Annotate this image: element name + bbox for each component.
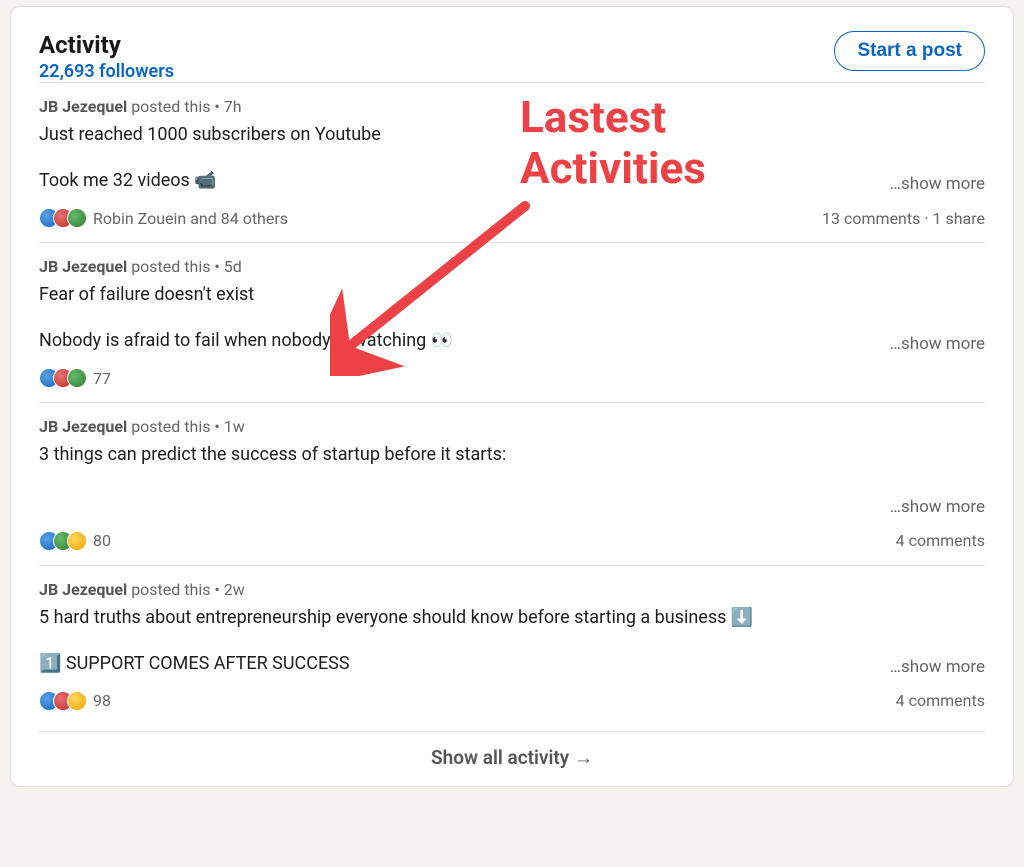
followers-link[interactable]: 22,693 followers [39, 61, 174, 82]
post-meta[interactable]: 4 comments [896, 531, 985, 550]
post-body-line: Fear of failure doesn't exist [39, 282, 985, 308]
activity-post[interactable]: JB Jezequel posted this • 5d Fear of fai… [39, 242, 985, 402]
post-byline-suffix: posted this • 1w [127, 417, 245, 436]
activity-post[interactable]: JB Jezequel posted this • 1w 3 things ca… [39, 402, 985, 564]
post-author: JB Jezequel [39, 417, 127, 436]
activity-post[interactable]: JB Jezequel posted this • 2w 5 hard trut… [39, 565, 985, 725]
post-body-line: 5 hard truths about entrepreneurship eve… [39, 605, 985, 631]
post-author: JB Jezequel [39, 257, 127, 276]
post-byline: JB Jezequel posted this • 2w [39, 580, 985, 599]
start-a-post-button[interactable]: Start a post [834, 31, 985, 71]
post-body-line: 3 things can predict the success of star… [39, 442, 985, 468]
reactions-text: 80 [93, 531, 111, 550]
reaction-icons [39, 368, 87, 388]
post-body-line [39, 490, 43, 516]
post-byline: JB Jezequel posted this • 1w [39, 417, 985, 436]
reactions-text: 77 [93, 369, 111, 388]
post-byline-suffix: posted this • 2w [127, 580, 245, 599]
shares-count: 1 share [920, 209, 985, 228]
reaction-icons [39, 691, 87, 711]
post-body-line: Took me 32 videos 📹 [39, 168, 217, 194]
activity-header: Activity 22,693 followers Start a post [39, 31, 985, 82]
activity-title: Activity [39, 31, 174, 59]
activity-header-left: Activity 22,693 followers [39, 31, 174, 82]
show-more-link[interactable]: …show more [890, 657, 985, 677]
post-byline: JB Jezequel posted this • 5d [39, 257, 985, 276]
post-meta[interactable]: 4 comments [896, 691, 985, 710]
reaction-icons [39, 531, 87, 551]
reaction-icons [39, 208, 87, 228]
show-more-link[interactable]: …show more [890, 497, 985, 517]
post-author: JB Jezequel [39, 580, 127, 599]
post-byline-suffix: posted this • 7h [127, 97, 241, 116]
activity-post[interactable]: JB Jezequel posted this • 7h Just reache… [39, 82, 985, 242]
show-all-activity-button[interactable]: Show all activity → [39, 731, 985, 776]
post-byline: JB Jezequel posted this • 7h [39, 97, 985, 116]
reactions-text: Robin Zouein and 84 others [93, 209, 288, 228]
celebrate-icon [67, 208, 87, 228]
celebrate-icon [67, 368, 87, 388]
comments-count: 4 comments [896, 691, 985, 710]
idea-icon [67, 691, 87, 711]
reactions-text: 98 [93, 691, 111, 710]
reactions-summary[interactable]: 77 [39, 368, 111, 388]
comments-count: 4 comments [896, 531, 985, 550]
reactions-summary[interactable]: 98 [39, 691, 111, 711]
post-byline-suffix: posted this • 5d [127, 257, 242, 276]
show-more-link[interactable]: …show more [890, 334, 985, 354]
activity-card: Activity 22,693 followers Start a post J… [10, 6, 1014, 787]
post-meta[interactable]: 13 comments1 share [822, 209, 985, 228]
show-more-link[interactable]: …show more [890, 174, 985, 194]
idea-icon [67, 531, 87, 551]
comments-count: 13 comments [822, 209, 920, 228]
reactions-summary[interactable]: 80 [39, 531, 111, 551]
post-body-line: Just reached 1000 subscribers on Youtube [39, 122, 985, 148]
show-all-label: Show all activity → [431, 746, 593, 769]
post-author: JB Jezequel [39, 97, 127, 116]
post-body-line: 1️⃣ SUPPORT COMES AFTER SUCCESS [39, 651, 350, 677]
reactions-summary[interactable]: Robin Zouein and 84 others [39, 208, 288, 228]
post-body-line: Nobody is afraid to fail when nobody is … [39, 328, 453, 354]
